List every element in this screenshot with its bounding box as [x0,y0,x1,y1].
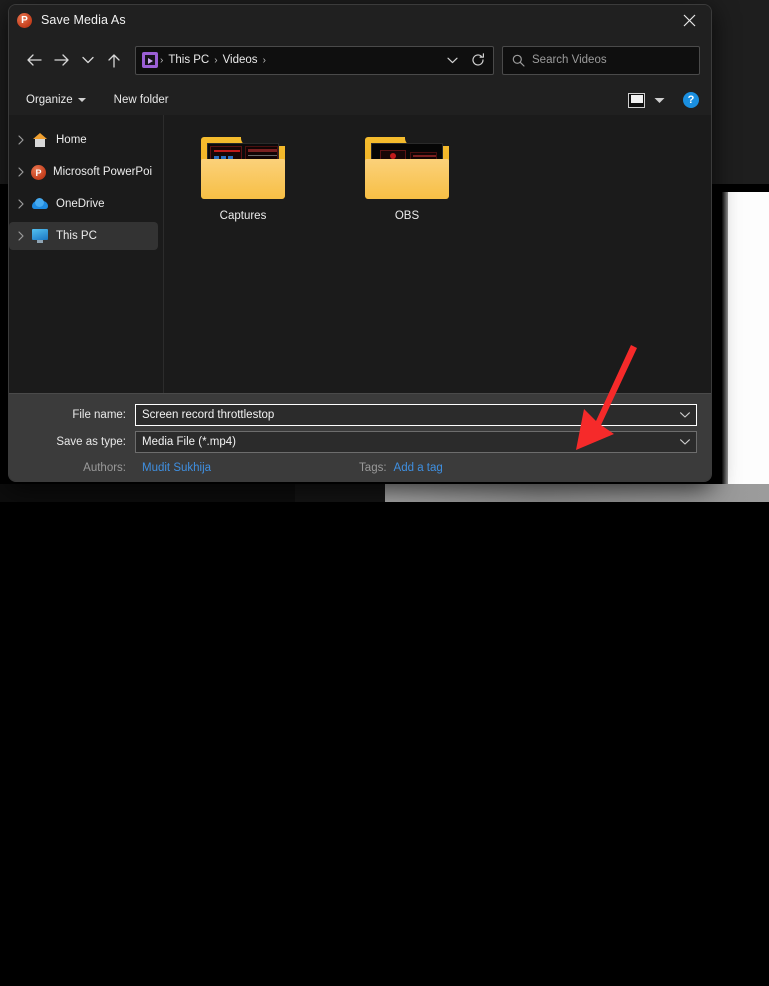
tags-label: Tags: [359,462,387,474]
folder-grid: Captures [164,133,711,222]
search-box[interactable]: Search Videos [502,46,700,75]
new-folder-button[interactable]: New folder [109,91,174,109]
file-name-value: Screen record throttlestop [136,409,674,421]
chevron-right-icon[interactable] [13,167,29,177]
navigation-bar: › This PC › Videos › Search Videos [9,35,711,85]
dialog-title: Save Media As [41,13,126,27]
file-name-input[interactable]: Screen record throttlestop [135,404,697,426]
breadcrumb-separator-0: › [158,55,165,66]
breadcrumb-this-pc[interactable]: This PC [165,54,212,66]
onedrive-icon [31,196,49,212]
navigation-sidebar: Home Microsoft PowerPoi OneDrive [9,115,164,393]
file-name-row: File name: Screen record throttlestop [9,403,711,426]
organize-label: Organize [26,94,73,106]
sidebar-item-home[interactable]: Home [9,126,158,154]
list-item[interactable]: Captures [188,133,298,222]
organize-button[interactable]: Organize [21,91,91,109]
forward-icon[interactable] [48,46,76,74]
home-icon [31,132,49,148]
sidebar-item-this-pc[interactable]: This PC [9,222,158,250]
save-as-type-select[interactable]: Media File (*.mp4) [135,431,697,453]
sidebar-item-label: Home [56,134,87,146]
file-name-chevron-down-icon[interactable] [674,412,696,418]
save-as-type-row: Save as type: Media File (*.mp4) [9,430,711,453]
powerpoint-icon [17,13,32,28]
taskbar-strip-right [385,484,769,502]
dialog-body: Home Microsoft PowerPoi OneDrive [9,115,711,393]
sidebar-item-microsoft-powerpoint[interactable]: Microsoft PowerPoi [9,158,158,186]
powerpoint-icon [31,165,46,180]
authors-label: Authors: [9,462,135,474]
slide-canvas[interactable] [728,192,769,490]
folder-icon [363,133,451,203]
search-input[interactable]: Search Videos [532,54,607,66]
sidebar-item-label: Microsoft PowerPoi [53,166,152,178]
refresh-icon[interactable] [465,47,491,73]
search-icon [512,54,525,67]
view-layout-icon[interactable] [628,93,645,108]
list-item-label: OBS [352,210,462,222]
breadcrumb-separator-1: › [212,55,219,66]
address-history-chevron-down-icon[interactable] [439,47,465,73]
dialog-titlebar: Save Media As [9,5,711,35]
chevron-right-icon[interactable] [13,135,29,145]
tags-value[interactable]: Add a tag [394,462,443,474]
sidebar-item-label: OneDrive [56,198,105,210]
videos-folder-icon [142,52,158,68]
list-item-label: Captures [188,210,298,222]
authors-value[interactable]: Mudit Sukhija [142,462,211,474]
organize-chevron-down-icon [78,98,86,102]
metadata-row: Authors: Mudit Sukhija Tags: Add a tag [9,462,711,474]
help-icon[interactable]: ? [683,92,699,108]
back-icon[interactable] [20,46,48,74]
breadcrumb-videos[interactable]: Videos [220,54,261,66]
recent-locations-chevron-down-icon[interactable] [76,46,100,74]
close-icon[interactable] [667,5,711,35]
view-chevron-down-icon[interactable] [654,91,665,109]
new-folder-label: New folder [114,94,169,106]
address-bar[interactable]: › This PC › Videos › [135,46,494,75]
taskbar-strip-mid [295,484,385,502]
command-bar: Organize New folder ? [9,85,711,115]
sidebar-item-label: This PC [56,230,97,242]
ribbon-accessibility-group: View Alt Text Accessibility [712,0,769,184]
save-as-type-chevron-down-icon[interactable] [674,439,696,445]
breadcrumb-separator-2[interactable]: › [261,55,268,66]
sidebar-item-onedrive[interactable]: OneDrive [9,190,158,218]
save-as-type-value: Media File (*.mp4) [136,436,674,448]
save-as-type-label: Save as type: [9,436,135,448]
file-list-pane[interactable]: Captures [164,115,711,393]
save-media-as-dialog: Save Media As › This PC › Videos › [8,4,712,482]
file-name-label: File name: [9,409,135,421]
save-form: File name: Screen record throttlestop Sa… [9,393,711,482]
up-one-level-icon[interactable] [100,46,128,74]
folder-icon [199,133,287,203]
chevron-right-icon[interactable] [13,199,29,209]
taskbar-strip-left [0,484,295,502]
this-pc-icon [31,228,49,244]
chevron-right-icon[interactable] [13,231,29,241]
list-item[interactable]: OBS [352,133,462,222]
